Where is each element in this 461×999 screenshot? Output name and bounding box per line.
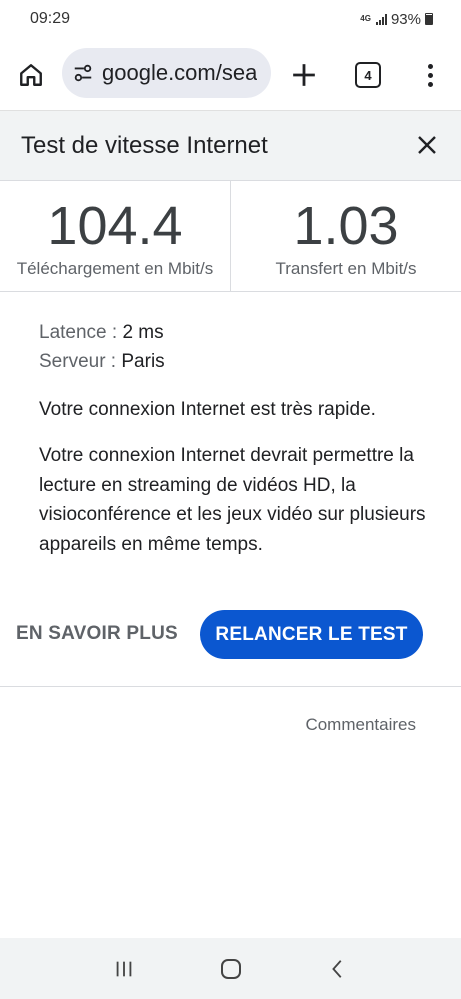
latency-value: 2 ms	[122, 322, 164, 343]
network-type: 4G	[360, 14, 371, 23]
speedtest-header: Test de vitesse Internet	[0, 110, 461, 181]
download-result: 104.4 Téléchargement en Mbit/s	[0, 181, 230, 291]
latency-label: Latence :	[39, 322, 118, 343]
home-icon	[20, 64, 42, 86]
upload-unit: Transfert en Mbit/s	[275, 259, 417, 278]
home-nav-button[interactable]	[216, 954, 246, 984]
upload-value: 1.03	[293, 196, 399, 256]
browser-toolbar: google.com/sea 4	[0, 38, 461, 110]
recent-apps-button[interactable]	[109, 954, 139, 984]
tab-switcher-button[interactable]: 4	[355, 62, 381, 88]
back-icon	[331, 959, 341, 978]
new-tab-icon	[293, 64, 315, 86]
speed-details: Latence : 2 ms Serveur : Paris Votre con…	[39, 318, 439, 559]
signal-icon	[375, 13, 387, 25]
speed-message: Votre connexion Internet est très rapide…	[39, 399, 376, 420]
home-nav-icon	[220, 958, 241, 979]
download-unit: Téléchargement en Mbit/s	[16, 259, 214, 278]
site-settings-icon[interactable]	[72, 62, 94, 84]
speed-results: 104.4 Téléchargement en Mbit/s 1.03 Tran…	[0, 181, 461, 292]
tab-count: 4	[364, 67, 372, 83]
download-value: 104.4	[47, 196, 183, 256]
feedback-link[interactable]: Commentaires	[305, 715, 416, 735]
page: 09:29 4G 93% google.com/sea 4 Test de vi…	[0, 0, 461, 999]
more-menu-icon[interactable]	[418, 58, 442, 92]
status-bar: 09:29 4G 93%	[0, 0, 461, 38]
back-button[interactable]	[323, 954, 353, 984]
new-tab-button[interactable]	[287, 58, 321, 92]
upload-result: 1.03 Transfert en Mbit/s	[230, 181, 461, 291]
url-text[interactable]: google.com/sea	[102, 60, 257, 86]
address-bar[interactable]: google.com/sea	[62, 48, 271, 98]
server-value: Paris	[121, 351, 165, 372]
status-time: 09:29	[30, 10, 71, 27]
divider	[0, 686, 461, 687]
recent-apps-icon	[116, 961, 131, 976]
server-label: Serveur :	[39, 351, 117, 372]
battery-level: 93%	[390, 10, 421, 28]
status-indicators: 4G 93%	[360, 11, 433, 28]
home-button[interactable]	[14, 58, 48, 92]
system-nav-bar	[0, 938, 461, 999]
close-icon[interactable]	[415, 133, 439, 157]
server-line: Serveur : Paris	[39, 347, 439, 376]
battery-icon	[425, 13, 433, 25]
speed-description: Votre connexion Internet devrait permett…	[39, 445, 426, 555]
rerun-test-button[interactable]: RELANCER LE TEST	[200, 610, 423, 659]
speedtest-title: Test de vitesse Internet	[21, 131, 268, 159]
latency-line: Latence : 2 ms	[39, 318, 439, 347]
learn-more-button[interactable]: EN SAVOIR PLUS	[16, 610, 178, 658]
